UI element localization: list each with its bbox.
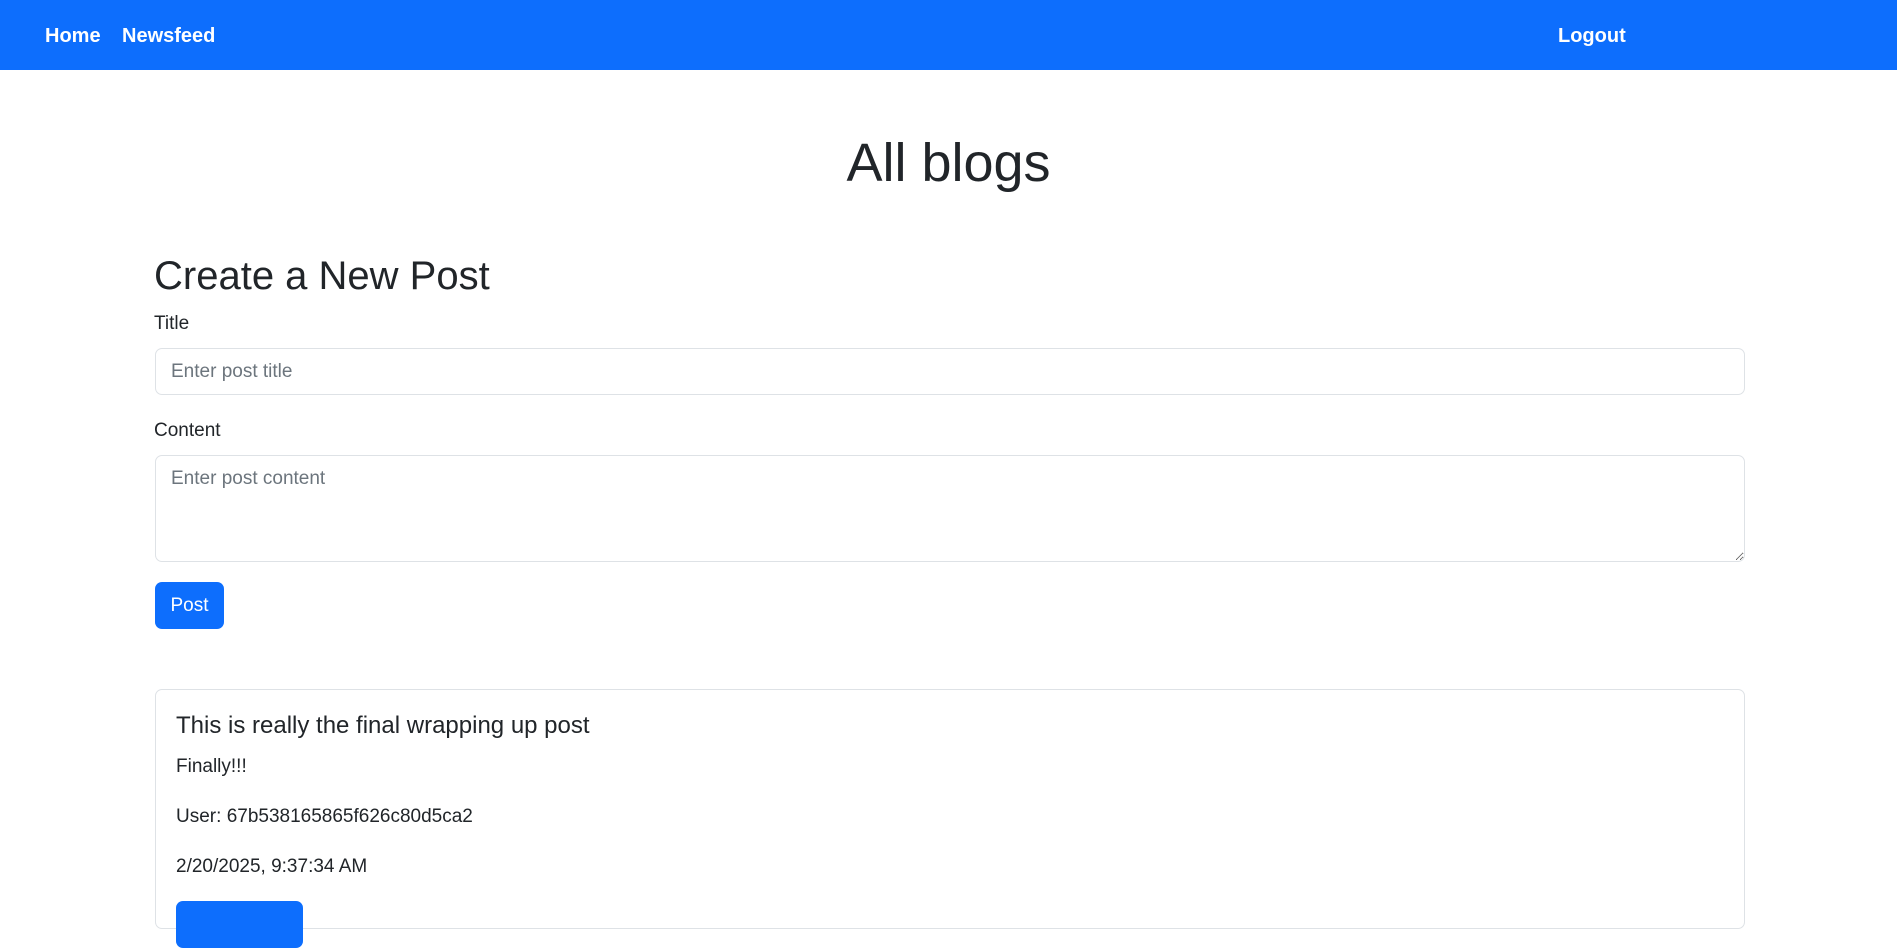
title-field-label: Title (154, 313, 190, 334)
post-card: This is really the final wrapping up pos… (155, 689, 1745, 948)
post-card-content: Finally!!! (176, 756, 247, 777)
post-title-input[interactable] (155, 348, 1745, 395)
nav-logout-link[interactable]: Logout (1558, 0, 1626, 70)
post-card-title: This is really the final wrapping up pos… (176, 712, 590, 739)
post-card-user-prefix: User: (176, 806, 227, 827)
post-card-user-id: 67b538165865f626c80d5ca2 (226, 806, 473, 827)
nav-home-link[interactable]: Home (45, 0, 101, 70)
post-card-user: User: 67b538165865f626c80d5ca2 (176, 804, 473, 830)
post-card-date: 2/20/2025, 9:37:34 AM (176, 856, 368, 877)
post-card-action-button[interactable] (176, 901, 303, 948)
content-field-label: Content (154, 420, 221, 441)
post-content-textarea[interactable] (155, 455, 1745, 562)
page-title: All blogs (846, 133, 1051, 193)
top-navbar: Home Newsfeed Logout (0, 0, 1897, 70)
submit-post-button[interactable]: Post (155, 582, 224, 629)
create-post-heading: Create a New Post (154, 254, 490, 298)
nav-newsfeed-link[interactable]: Newsfeed (122, 0, 215, 70)
